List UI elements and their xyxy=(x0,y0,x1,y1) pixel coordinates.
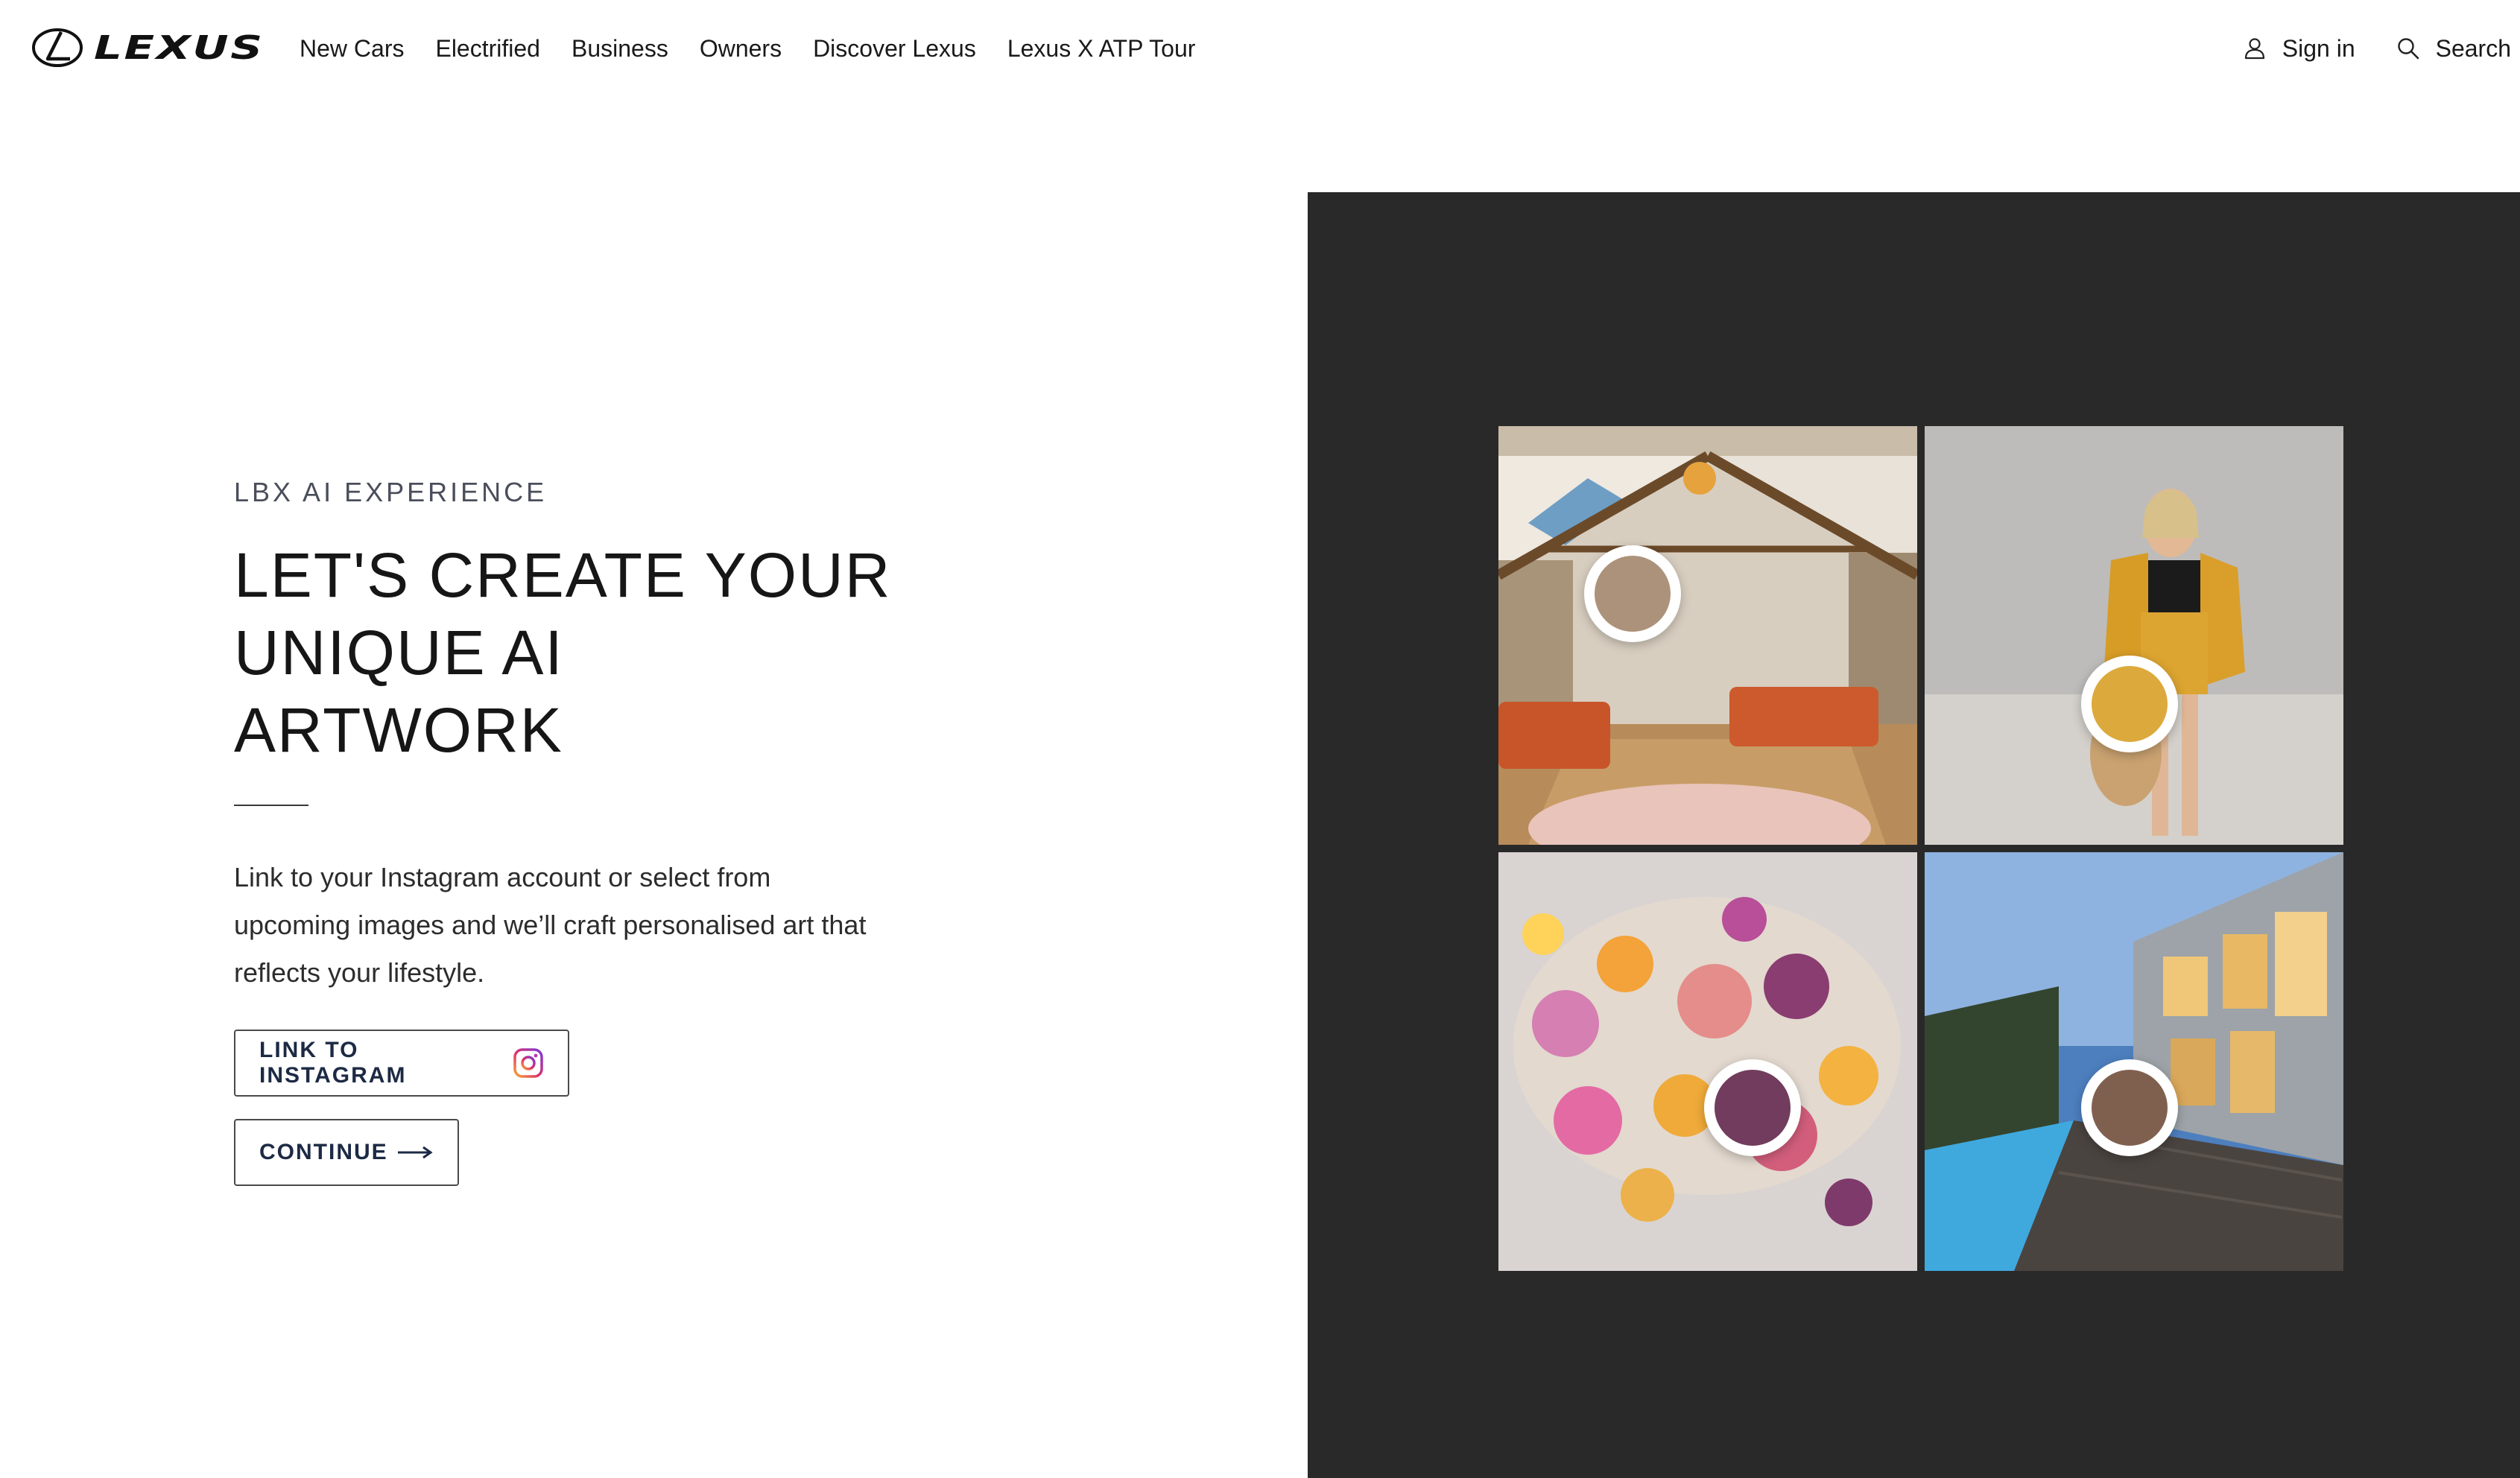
image-tile-floral[interactable] xyxy=(1498,852,1917,1271)
description: Link to your Instagram account or select… xyxy=(234,862,867,988)
search-button[interactable]: Search xyxy=(2396,30,2511,67)
image-grid xyxy=(1498,426,2345,1272)
headline-line-1: LET'S CREATE YOUR xyxy=(234,540,892,610)
cta-group: LINK TO INSTAGRAM CONTINUE xyxy=(234,1030,569,1186)
lexus-logo[interactable]: LEXUS xyxy=(31,25,262,70)
image-tile-fashion[interactable] xyxy=(1925,426,2343,845)
main-nav: New Cars Electrified Business Owners Dis… xyxy=(300,30,1226,67)
link-instagram-button[interactable]: LINK TO INSTAGRAM xyxy=(234,1030,569,1097)
search-icon xyxy=(2397,38,2419,60)
header-actions: Sign in Search xyxy=(2202,30,2511,67)
color-swatch xyxy=(1704,1059,1801,1156)
search-label: Search xyxy=(2435,34,2511,62)
nav-electrified[interactable]: Electrified xyxy=(435,30,540,67)
page-title: LET'S CREATE YOUR UNIQUE AI ARTWORK xyxy=(234,536,905,769)
instagram-button-label: LINK TO INSTAGRAM xyxy=(259,1038,407,1088)
interior-image xyxy=(1498,426,1917,845)
headline-line-2: UNIQUE AI ARTWORK xyxy=(234,618,564,765)
color-swatch xyxy=(1584,545,1681,642)
user-icon xyxy=(2244,38,2264,60)
fashion-image xyxy=(1925,426,2343,845)
sign-in-label: Sign in xyxy=(2282,34,2355,62)
instagram-icon xyxy=(513,1048,543,1078)
continue-button-label: CONTINUE xyxy=(259,1140,388,1164)
arrow-right-icon xyxy=(398,1146,433,1159)
divider xyxy=(234,805,308,806)
floral-image xyxy=(1498,852,1917,1271)
artwork-panel xyxy=(1308,192,2520,1478)
continue-button[interactable]: CONTINUE xyxy=(234,1119,459,1186)
sign-in-button[interactable]: Sign in xyxy=(2242,30,2355,67)
lexus-emblem-icon xyxy=(32,28,83,67)
nav-lexus-atp-tour[interactable]: Lexus X ATP Tour xyxy=(1007,30,1196,67)
eyebrow-label: LBX AI EXPERIENCE xyxy=(234,477,548,507)
color-swatch xyxy=(2081,656,2178,752)
nav-new-cars[interactable]: New Cars xyxy=(300,30,404,67)
image-tile-interior[interactable] xyxy=(1498,426,1917,845)
nav-business[interactable]: Business xyxy=(572,30,668,67)
nav-owners[interactable]: Owners xyxy=(700,30,782,67)
hero-content: LBX AI EXPERIENCE LET'S CREATE YOUR UNIQ… xyxy=(234,477,905,997)
nav-discover-lexus[interactable]: Discover Lexus xyxy=(813,30,976,67)
site-header: LEXUS New Cars Electrified Business Owne… xyxy=(0,0,2520,97)
color-swatch xyxy=(2081,1059,2178,1156)
image-tile-house[interactable] xyxy=(1925,852,2343,1271)
logo-wordmark: LEXUS xyxy=(94,28,265,67)
